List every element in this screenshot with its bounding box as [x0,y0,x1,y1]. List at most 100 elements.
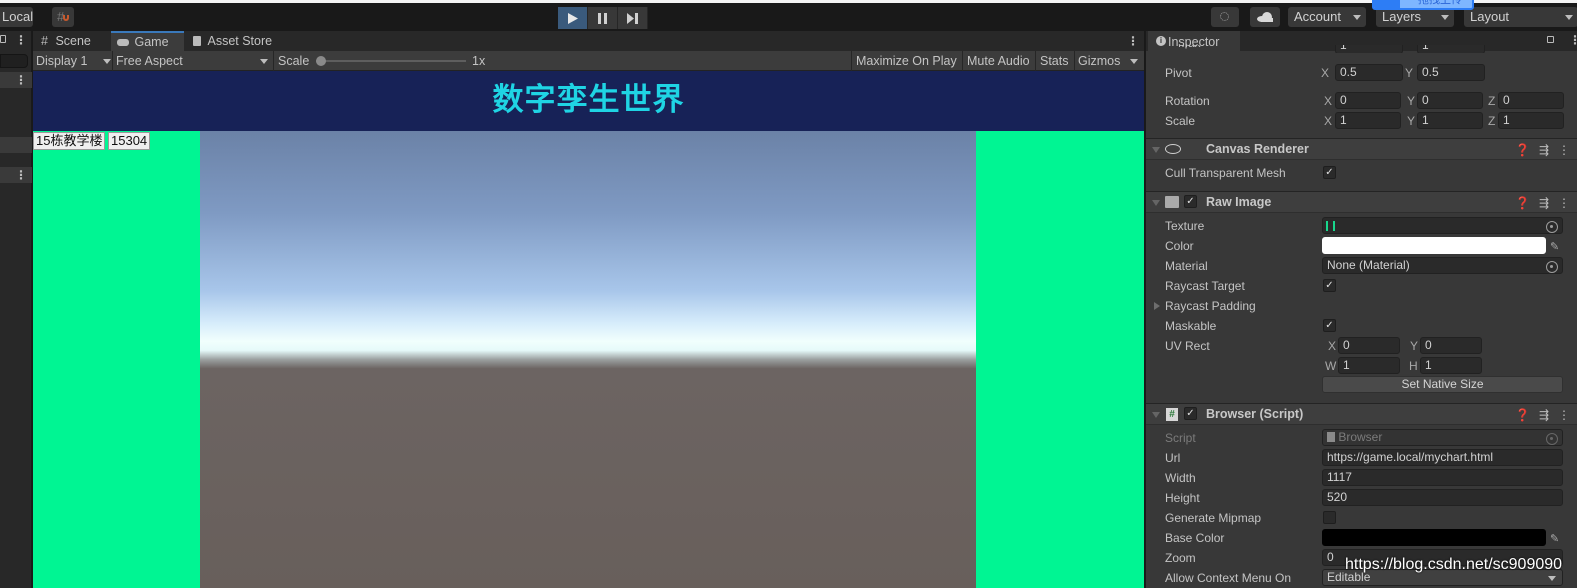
material-field[interactable]: None (Material) [1322,257,1563,274]
axis-x-label: X [1321,66,1330,80]
rotation-x-field[interactable]: 0 [1335,92,1401,109]
rotation-z-field[interactable]: 0 [1498,92,1564,109]
cull-checkbox[interactable]: ✓ [1323,166,1336,179]
tab-asset-store[interactable]: Asset Store [187,31,287,51]
help-icon[interactable]: ❓ [1515,141,1530,159]
axis-z-label: Z [1488,94,1496,108]
height-field[interactable]: 520 [1322,489,1563,506]
lock-icon[interactable] [1547,36,1554,43]
gizmos-dropdown-icon[interactable] [1130,59,1138,64]
pivot-space-toggle[interactable]: Local [0,7,33,27]
foldout-arrow-icon[interactable] [1152,200,1160,206]
display-dropdown[interactable]: Display 1 [36,51,112,71]
playmode-controls [558,7,648,29]
tab-scene[interactable]: # Scene [35,31,109,51]
anchors-max-x-field[interactable]: 1 [1335,45,1403,53]
magnet-icon [63,15,69,21]
more-options-icon[interactable]: ⋮ [15,73,27,87]
gizmos-toggle[interactable]: Gizmos [1078,51,1120,71]
lighting-button[interactable] [1211,7,1239,27]
anchors-max-y-field[interactable]: 1 [1417,45,1485,53]
uv-w-field[interactable]: 1 [1338,357,1400,374]
scale-slider-handle[interactable] [316,56,326,66]
hierarchy-selected-row[interactable] [0,137,32,153]
url-field[interactable]: https://game.local/mychart.html [1322,449,1563,466]
raw-image-enabled-checkbox[interactable]: ✓ [1184,195,1197,208]
object-picker-icon[interactable] [1546,261,1558,273]
pivot-y-field[interactable]: 0.5 [1417,64,1485,81]
more-options-icon[interactable]: ⋮ [1127,34,1139,48]
help-icon[interactable]: ❓ [1515,406,1530,424]
texture-field[interactable] [1322,217,1563,234]
layers-dropdown[interactable]: Layers [1376,7,1454,27]
material-label: Material [1165,259,1208,273]
uv-h-field[interactable]: 1 [1420,357,1482,374]
cloud-button[interactable] [1250,7,1280,27]
stats-toggle[interactable]: Stats [1040,51,1069,71]
pivot-x-field[interactable]: 0.5 [1335,64,1403,81]
scale-y-field[interactable]: 1 [1417,112,1483,129]
scale-slider[interactable] [316,56,466,66]
material-value: None (Material) [1327,258,1410,272]
chevron-down-icon [103,59,111,64]
scale-x-field[interactable]: 1 [1335,112,1401,129]
help-icon[interactable]: ❓ [1515,194,1530,212]
uv-y-field[interactable]: 0 [1420,337,1482,354]
preset-icon[interactable]: ⇶ [1539,194,1549,212]
raycast-padding-row[interactable]: Raycast Padding [1146,296,1577,316]
maskable-checkbox[interactable]: ✓ [1323,319,1336,332]
uv-x-field[interactable]: 0 [1338,337,1400,354]
base-color-swatch[interactable] [1322,529,1546,546]
account-dropdown[interactable]: Account [1288,7,1366,27]
eyedropper-icon[interactable]: ✎ [1550,240,1559,253]
main-toolbar: Local # Account Layers Layout [0,3,1577,31]
play-button[interactable] [558,7,588,29]
building-label[interactable]: 15栋教学楼 [33,132,106,150]
browser-enabled-checkbox[interactable]: ✓ [1184,407,1197,420]
grid-snap-button[interactable]: # [52,7,74,27]
width-field[interactable]: 1117 [1322,469,1563,486]
set-native-size-button[interactable]: Set Native Size [1322,376,1563,393]
anchors-max-row: Max 1 1 [1146,45,1577,53]
raw-image-header[interactable]: ✓ Raw Image ❓ ⇶ ⋮ [1146,191,1577,213]
foldout-arrow-icon[interactable] [1152,412,1160,418]
more-options-icon[interactable]: ⋮ [1558,406,1570,424]
hierarchy-scene-row[interactable]: ⋮ [0,167,32,183]
maximize-on-play-toggle[interactable]: Maximize On Play [856,51,957,71]
more-options-icon[interactable]: ⋮ [1558,141,1570,159]
eyedropper-icon[interactable]: ✎ [1550,532,1559,545]
object-picker-icon[interactable] [1546,221,1558,233]
hierarchy-search-input[interactable] [0,54,28,68]
rotation-y-field[interactable]: 0 [1417,92,1483,109]
script-icon: # [1166,408,1178,421]
step-icon [627,12,638,24]
canvas-renderer-header[interactable]: Canvas Renderer ❓ ⇶ ⋮ [1146,138,1577,160]
preset-icon[interactable]: ⇶ [1539,141,1549,159]
step-button[interactable] [618,7,648,29]
raycast-target-checkbox[interactable]: ✓ [1323,279,1336,292]
color-swatch[interactable] [1322,237,1546,254]
component-header-icons: ❓ ⇶ ⋮ [1515,141,1570,159]
aspect-dropdown[interactable]: Free Aspect [116,51,272,71]
height-row: Height 520 [1146,488,1577,508]
pause-button[interactable] [588,7,618,29]
more-options-icon[interactable]: ⋮ [1558,194,1570,212]
game-viewport[interactable]: 数字孪生世界 15栋教学楼 15304 [33,71,1144,588]
layout-dropdown[interactable]: Layout [1464,7,1577,27]
raycast-target-row: Raycast Target ✓ [1146,276,1577,296]
mipmap-checkbox[interactable] [1323,511,1336,524]
more-options-icon[interactable]: ⋮ [15,33,27,47]
foldout-arrow-icon[interactable] [1154,302,1160,310]
mute-audio-toggle[interactable]: Mute Audio [967,51,1030,71]
foldout-arrow-icon[interactable] [1152,147,1160,153]
browser-script-header[interactable]: # ✓ Browser (Script) ❓ ⇶ ⋮ [1146,403,1577,425]
more-options-icon[interactable]: ⋮ [15,168,27,182]
hierarchy-scene-row[interactable]: ⋮ [0,72,32,88]
room-label[interactable]: 15304 [108,132,151,150]
tab-game[interactable]: Game [111,31,184,51]
scale-z-field[interactable]: 1 [1498,112,1564,129]
preset-icon[interactable]: ⇶ [1539,406,1549,424]
upload-overlay-tag[interactable]: 拖拽上传 [1372,0,1474,10]
axis-x-label: X [1328,339,1337,353]
max-label: Max [1178,45,1201,53]
